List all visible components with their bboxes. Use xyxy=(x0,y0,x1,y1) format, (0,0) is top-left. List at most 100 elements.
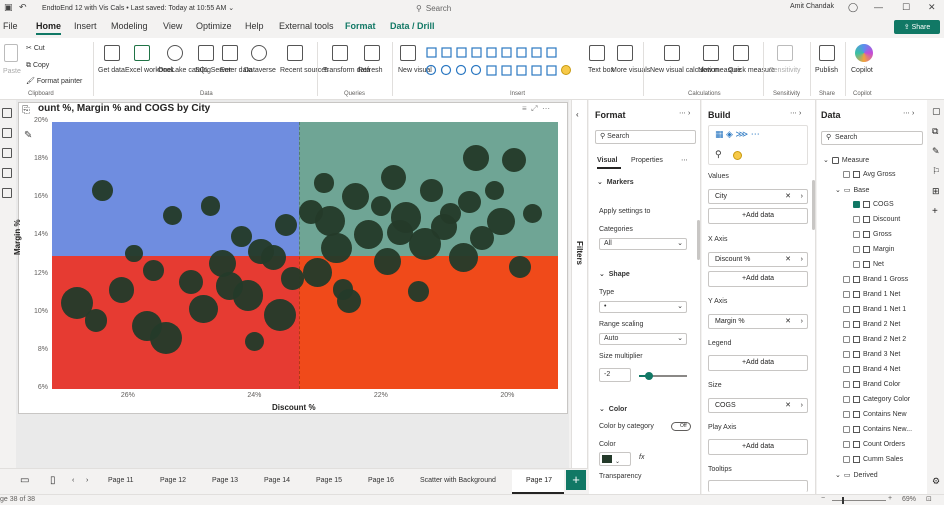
checkbox[interactable] xyxy=(843,441,850,448)
menu-view[interactable]: View xyxy=(163,21,182,31)
play-axis-add-data-button[interactable]: +Add data xyxy=(708,439,808,455)
tab-page-16[interactable]: Page 16 xyxy=(368,477,394,484)
publish-button[interactable]: Publish xyxy=(815,67,838,75)
visual-gallery-search-icon[interactable]: ⚲ xyxy=(715,149,722,160)
new-visual-icon[interactable] xyxy=(400,45,416,61)
scatter-point[interactable] xyxy=(200,196,220,216)
prev-page-icon[interactable]: ‹ xyxy=(72,477,74,484)
remove-field-icon[interactable]: ✕ xyxy=(785,399,791,412)
checkbox[interactable] xyxy=(853,231,860,238)
markers-section[interactable]: ⌄ Markers xyxy=(597,178,634,186)
sensitivity-button[interactable]: Sensitivity xyxy=(769,67,801,75)
menu-external-tools[interactable]: External tools xyxy=(279,21,334,31)
field-net[interactable]: Net xyxy=(853,261,884,268)
field-item[interactable]: Brand Color xyxy=(843,381,900,388)
scatter-point[interactable] xyxy=(263,298,296,331)
type-dropdown[interactable]: • ⌄ xyxy=(599,301,687,313)
checkbox[interactable] xyxy=(843,336,850,343)
document-title[interactable]: EndtoEnd 12 with Vis Cals • Last saved: … xyxy=(42,4,234,12)
user-name[interactable]: Amit Chandak xyxy=(790,3,834,10)
checkbox[interactable] xyxy=(843,291,850,298)
tab-page-15[interactable]: Page 15 xyxy=(316,477,342,484)
field-discount[interactable]: Discount xyxy=(853,216,900,223)
field-item[interactable]: Contains New... xyxy=(843,426,912,433)
expand-field-icon[interactable]: › xyxy=(801,253,803,266)
zoom-slider[interactable] xyxy=(832,500,886,501)
more-options-icon[interactable]: ⋯ › xyxy=(790,109,801,117)
field-item[interactable]: Cumm Sales xyxy=(843,456,903,463)
values-field-well[interactable]: City ✕ › xyxy=(708,189,808,204)
selection-icon[interactable]: ⊞ xyxy=(932,186,940,197)
scatter-point[interactable] xyxy=(387,219,413,246)
get-data-button[interactable]: Get data xyxy=(98,67,125,75)
scatter-point[interactable] xyxy=(85,309,108,332)
scatter-point[interactable] xyxy=(303,258,333,288)
maximize-icon[interactable]: ☐ xyxy=(902,2,910,13)
refresh-button[interactable]: Refresh xyxy=(358,67,383,75)
scatter-point[interactable] xyxy=(448,243,478,272)
scatter-point[interactable] xyxy=(142,260,164,282)
remove-field-icon[interactable]: ✕ xyxy=(785,190,791,203)
scatter-point[interactable] xyxy=(342,182,370,210)
quick-measure-icon[interactable] xyxy=(733,45,749,61)
data-pane-icon[interactable]: ⧉ xyxy=(932,126,938,137)
paste-icon[interactable] xyxy=(4,44,18,62)
remove-field-icon[interactable]: ✕ xyxy=(785,315,791,328)
dataverse-icon[interactable] xyxy=(251,45,267,61)
fx-button[interactable]: fx xyxy=(639,454,644,461)
visual-gallery[interactable] xyxy=(424,46,574,80)
expand-field-icon[interactable]: › xyxy=(801,399,803,412)
avatar-icon[interactable]: ◯ xyxy=(848,2,858,13)
add-pane-icon[interactable]: + xyxy=(932,206,938,217)
checkbox[interactable] xyxy=(853,216,860,223)
field-item[interactable]: Brand 2 Net 2 xyxy=(843,336,906,343)
checkbox[interactable] xyxy=(843,366,850,373)
sql-server-icon[interactable] xyxy=(198,45,214,61)
checkbox[interactable] xyxy=(843,321,850,328)
page-navigator-icon[interactable]: ▭ xyxy=(20,475,29,486)
visual-options-icons[interactable]: ≡ ⤢ ⋯ xyxy=(522,104,550,114)
menu-data-drill[interactable]: Data / Drill xyxy=(390,21,435,31)
field-item[interactable]: Brand 1 Net xyxy=(843,291,900,298)
scatter-point[interactable] xyxy=(215,272,243,300)
tab-page-12[interactable]: Page 12 xyxy=(160,477,186,484)
new-measure-icon[interactable] xyxy=(703,45,719,61)
fit-to-page-icon[interactable]: ⊡ xyxy=(926,495,932,503)
format-pane-icon[interactable]: ✎ xyxy=(932,146,940,157)
filters-pane-collapsed[interactable]: ‹ Filters xyxy=(571,100,588,495)
paste-button[interactable]: Paste xyxy=(3,68,21,76)
scatter-point[interactable] xyxy=(458,190,481,214)
remove-field-icon[interactable]: ✕ xyxy=(785,253,791,266)
tab-properties[interactable]: Properties xyxy=(631,157,663,164)
checkbox[interactable] xyxy=(843,351,850,358)
zoom-slider-handle[interactable] xyxy=(842,497,844,504)
checkbox[interactable] xyxy=(853,261,860,268)
field-item[interactable]: Brand 2 Net xyxy=(843,321,900,328)
scatter-point[interactable] xyxy=(162,205,182,226)
x-axis-add-data-button[interactable]: +Add data xyxy=(708,271,808,287)
format-search-input[interactable]: ⚲ Search xyxy=(595,130,696,144)
tab-more-icon[interactable]: ⋯ xyxy=(681,156,688,164)
scatter-point[interactable] xyxy=(462,145,489,172)
legend-add-data-button[interactable]: +Add data xyxy=(708,355,808,371)
format-scrollbar[interactable] xyxy=(697,220,700,260)
field-item[interactable]: Brand 4 Net xyxy=(843,366,900,373)
shape-section[interactable]: ⌄ Shape xyxy=(599,270,630,278)
cut-button[interactable]: ✂ Cut xyxy=(26,45,45,53)
refresh-icon[interactable] xyxy=(364,45,380,61)
search-box[interactable]: ⚲ Search xyxy=(416,2,606,14)
menu-format[interactable]: Format xyxy=(345,21,376,31)
add-page-button[interactable]: + xyxy=(566,470,586,490)
field-avg-gross[interactable]: Avg Gross xyxy=(843,171,896,178)
zoom-out-icon[interactable]: − xyxy=(821,495,825,502)
checkbox[interactable] xyxy=(843,276,850,283)
field-item[interactable]: Brand 3 Net xyxy=(843,351,900,358)
field-item[interactable]: Contains New xyxy=(843,411,907,418)
folder-base[interactable]: ⌄ ▭ Base xyxy=(835,186,869,195)
scatter-point[interactable] xyxy=(353,220,383,249)
excel-icon[interactable] xyxy=(134,45,150,61)
dataverse-button[interactable]: Dataverse xyxy=(244,67,276,75)
field-cogs[interactable]: COGS xyxy=(853,201,894,208)
measure-table[interactable]: ⌄ Measure xyxy=(823,156,869,164)
scatter-point[interactable] xyxy=(108,277,135,303)
